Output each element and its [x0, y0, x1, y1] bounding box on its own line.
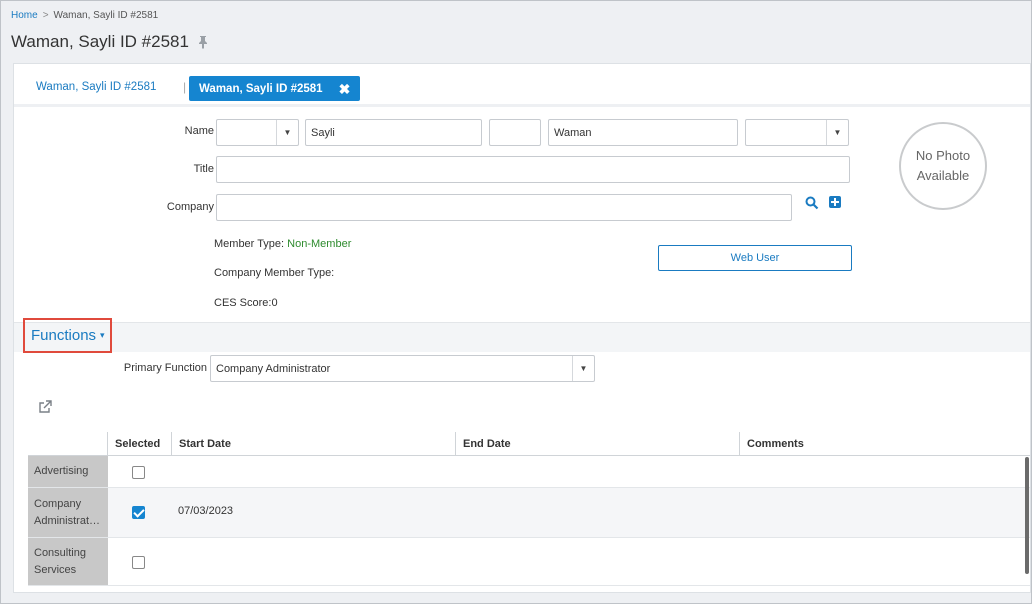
breadcrumb-separator: >: [42, 10, 49, 21]
no-photo-placeholder[interactable]: No Photo Available: [899, 122, 987, 210]
suffix-select[interactable]: ▼: [745, 119, 849, 146]
grid-scrollbar[interactable]: [1025, 457, 1029, 574]
row-selected-checkbox[interactable]: [132, 466, 145, 479]
search-icon[interactable]: [805, 196, 819, 210]
functions-grid-header: Selected Start Date End Date Comments: [28, 432, 1030, 456]
prefix-select[interactable]: ▼: [216, 119, 299, 146]
table-row: Consulting Services: [28, 538, 1030, 586]
page-title-row: Waman, Sayli ID #2581: [11, 32, 209, 52]
tab-separator: |: [183, 80, 187, 94]
column-end-date[interactable]: End Date: [455, 432, 739, 456]
breadcrumb-home-link[interactable]: Home: [11, 10, 38, 21]
row-name: Consulting Services: [28, 538, 108, 585]
company-member-type-label: Company Member Type:: [214, 267, 335, 279]
tab-active-label: Waman, Sayli ID #2581: [199, 82, 323, 95]
row-start-date: 07/03/2023: [178, 505, 234, 517]
column-selected[interactable]: Selected: [107, 432, 171, 456]
primary-function-label: Primary Function: [123, 362, 207, 374]
record-panel: Waman, Sayli ID #2581 | Waman, Sayli ID …: [13, 63, 1031, 593]
title-input[interactable]: [216, 156, 850, 183]
ces-score-label: CES Score:: [214, 297, 272, 309]
pin-icon[interactable]: [197, 35, 209, 49]
row-name: Company Administrat…: [28, 488, 108, 537]
tab-record-link[interactable]: Waman, Sayli ID #2581: [36, 81, 156, 93]
add-icon[interactable]: [828, 195, 842, 209]
photo-line-2: Available: [916, 168, 970, 183]
middle-name-input[interactable]: [489, 119, 541, 146]
name-label: Name: [184, 125, 214, 137]
tab-active-record[interactable]: Waman, Sayli ID #2581 ✖: [189, 76, 361, 101]
chevron-down-icon: ▼: [826, 120, 848, 145]
ces-score: CES Score:0: [214, 297, 278, 309]
company-input[interactable]: [216, 194, 792, 221]
breadcrumb: Home > Waman, Sayli ID #2581: [11, 10, 158, 21]
company-member-type: Company Member Type:: [214, 267, 334, 279]
breadcrumb-current: Waman, Sayli ID #2581: [53, 10, 159, 21]
caret-down-icon: ▾: [100, 330, 105, 340]
functions-heading[interactable]: Functions ▾: [23, 318, 112, 353]
column-comments[interactable]: Comments: [739, 432, 1023, 456]
title-label: Title: [193, 163, 214, 175]
photo-line-1: No Photo: [915, 148, 971, 163]
chevron-down-icon: ▼: [276, 120, 298, 145]
tab-strip: Waman, Sayli ID #2581 | Waman, Sayli ID …: [14, 64, 1030, 107]
row-selected-checkbox[interactable]: [132, 506, 145, 519]
table-row: Company Administrat… 07/03/2023: [28, 488, 1030, 538]
ces-score-value: 0: [271, 297, 278, 309]
first-name-input[interactable]: [305, 119, 482, 146]
column-start-date[interactable]: Start Date: [171, 432, 455, 456]
table-row: Advertising: [28, 456, 1030, 488]
primary-function-value: Company Administrator: [216, 363, 331, 375]
close-icon[interactable]: ✖: [339, 82, 351, 96]
page-title: Waman, Sayli ID #2581: [11, 32, 189, 51]
member-type-value: Non-Member: [287, 238, 352, 250]
last-name-input[interactable]: [548, 119, 738, 146]
external-link-icon[interactable]: [38, 400, 52, 414]
row-selected-checkbox[interactable]: [132, 556, 145, 569]
web-user-button[interactable]: Web User: [658, 245, 852, 271]
functions-section-bar: [14, 322, 1030, 352]
chevron-down-icon: ▼: [572, 356, 594, 381]
row-name: Advertising: [28, 456, 108, 487]
member-type: Member Type: Non-Member: [214, 238, 351, 250]
primary-function-select[interactable]: Company Administrator ▼: [210, 355, 595, 382]
company-label: Company: [166, 201, 214, 213]
member-type-label: Member Type:: [214, 238, 288, 250]
functions-heading-label: Functions: [31, 327, 97, 344]
